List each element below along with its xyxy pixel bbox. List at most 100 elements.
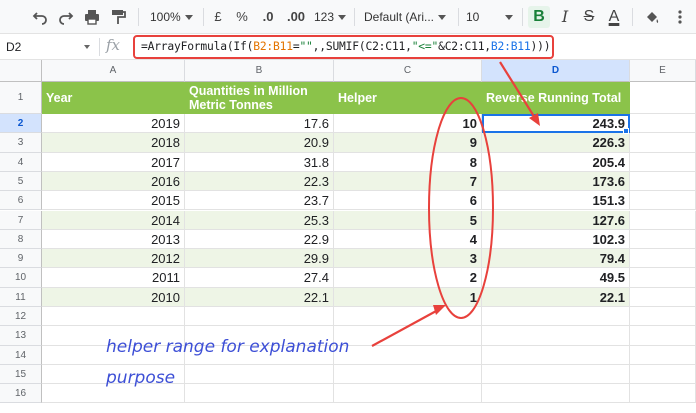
cell-empty[interactable] bbox=[630, 133, 696, 153]
zoom-select[interactable]: 100% bbox=[150, 6, 193, 28]
cell-empty[interactable] bbox=[482, 326, 630, 346]
cell-empty[interactable] bbox=[630, 326, 696, 346]
more-formats-select[interactable]: 123 bbox=[314, 6, 347, 28]
header-cell-year[interactable]: Year bbox=[42, 82, 185, 114]
select-all-corner[interactable] bbox=[0, 60, 42, 82]
row-header-15[interactable]: 15 bbox=[0, 364, 42, 385]
font-select[interactable]: Default (Ari... bbox=[364, 6, 456, 28]
cell-empty[interactable] bbox=[630, 114, 696, 134]
cell-reverse-total[interactable]: 102.3 bbox=[482, 229, 630, 250]
cell-empty[interactable] bbox=[630, 210, 696, 230]
cell-empty[interactable] bbox=[630, 249, 696, 269]
row-header-8[interactable]: 8 bbox=[0, 229, 42, 250]
cell-year[interactable]: 2014 bbox=[42, 210, 185, 230]
cell-empty[interactable] bbox=[630, 384, 696, 404]
cell-empty[interactable] bbox=[482, 384, 630, 404]
row-header-3[interactable]: 3 bbox=[0, 133, 42, 153]
header-cell-reverse-running-total[interactable]: Reverse Running Total bbox=[482, 82, 630, 114]
row-header-1[interactable]: 1 bbox=[0, 82, 42, 114]
row-header-13[interactable]: 13 bbox=[0, 326, 42, 346]
cell-quantity[interactable]: 27.4 bbox=[185, 268, 334, 288]
cell-helper[interactable]: 5 bbox=[334, 210, 482, 230]
cell-empty[interactable] bbox=[334, 364, 482, 385]
cell-quantity[interactable]: 17.6 bbox=[185, 114, 334, 134]
cell-empty[interactable] bbox=[630, 229, 696, 250]
row-header-11[interactable]: 11 bbox=[0, 287, 42, 307]
column-header-b[interactable]: B bbox=[185, 60, 334, 82]
cell-reverse-total[interactable]: 22.1 bbox=[482, 287, 630, 307]
paint-format-icon[interactable] bbox=[108, 6, 128, 28]
cell-quantity[interactable]: 22.3 bbox=[185, 171, 334, 192]
cell-quantity[interactable]: 29.9 bbox=[185, 249, 334, 269]
fill-handle[interactable] bbox=[623, 128, 629, 134]
cell-quantity[interactable]: 25.3 bbox=[185, 210, 334, 230]
cell-quantity[interactable]: 20.9 bbox=[185, 133, 334, 153]
decrease-decimal-button[interactable]: .0 bbox=[258, 6, 278, 28]
cell-helper[interactable]: 4 bbox=[334, 229, 482, 250]
cell-reverse-total[interactable]: 127.6 bbox=[482, 210, 630, 230]
cell-empty[interactable] bbox=[482, 364, 630, 385]
row-header-12[interactable]: 12 bbox=[0, 307, 42, 327]
selected-cell-d2[interactable]: 243.9 bbox=[482, 114, 630, 134]
cell-year[interactable]: 2012 bbox=[42, 249, 185, 269]
cell-empty[interactable] bbox=[630, 268, 696, 288]
cell-year[interactable]: 2010 bbox=[42, 287, 185, 307]
cell-empty[interactable] bbox=[185, 364, 334, 385]
cell-empty[interactable] bbox=[482, 307, 630, 327]
cell-helper[interactable]: 3 bbox=[334, 249, 482, 269]
cell-empty[interactable] bbox=[630, 345, 696, 365]
cell-helper[interactable]: 8 bbox=[334, 152, 482, 172]
cell-e1[interactable] bbox=[630, 82, 696, 114]
cell-empty[interactable] bbox=[185, 384, 334, 404]
increase-decimal-button[interactable]: .00 bbox=[284, 6, 308, 28]
cell-year[interactable]: 2019 bbox=[42, 114, 185, 134]
cell-reverse-total[interactable]: 205.4 bbox=[482, 152, 630, 172]
redo-icon[interactable] bbox=[56, 6, 76, 28]
header-cell-helper[interactable]: Helper bbox=[334, 82, 482, 114]
row-header-16[interactable]: 16 bbox=[0, 384, 42, 404]
cell-reverse-total[interactable]: 79.4 bbox=[482, 249, 630, 269]
cell-empty[interactable] bbox=[185, 307, 334, 327]
cell-year[interactable]: 2017 bbox=[42, 152, 185, 172]
percent-button[interactable]: % bbox=[234, 6, 250, 28]
more-options-icon[interactable] bbox=[670, 6, 690, 28]
cell-empty[interactable] bbox=[334, 307, 482, 327]
row-header-7[interactable]: 7 bbox=[0, 210, 42, 230]
text-color-button[interactable]: A bbox=[604, 6, 624, 28]
cell-quantity[interactable]: 23.7 bbox=[185, 191, 334, 211]
column-header-c[interactable]: C bbox=[334, 60, 482, 82]
row-header-2[interactable]: 2 bbox=[0, 114, 42, 134]
cell-empty[interactable] bbox=[630, 152, 696, 172]
cell-empty[interactable] bbox=[630, 191, 696, 211]
cell-quantity[interactable]: 22.9 bbox=[185, 229, 334, 250]
cell-year[interactable]: 2018 bbox=[42, 133, 185, 153]
cell-reverse-total[interactable]: 151.3 bbox=[482, 191, 630, 211]
cell-empty[interactable] bbox=[42, 307, 185, 327]
column-header-a[interactable]: A bbox=[42, 60, 185, 82]
fill-color-icon[interactable] bbox=[642, 6, 662, 28]
print-icon[interactable] bbox=[82, 6, 102, 28]
cell-empty[interactable] bbox=[630, 287, 696, 307]
name-box[interactable]: D2 bbox=[6, 38, 96, 56]
cell-empty[interactable] bbox=[334, 345, 482, 365]
cell-helper[interactable]: 1 bbox=[334, 287, 482, 307]
column-header-e[interactable]: E bbox=[630, 60, 696, 82]
font-size-select[interactable]: 10 bbox=[466, 6, 520, 28]
row-header-5[interactable]: 5 bbox=[0, 171, 42, 192]
cell-reverse-total[interactable]: 173.6 bbox=[482, 171, 630, 192]
cell-helper[interactable]: 7 bbox=[334, 171, 482, 192]
cell-empty[interactable] bbox=[482, 345, 630, 365]
italic-button[interactable]: I bbox=[556, 6, 574, 28]
row-header-9[interactable]: 9 bbox=[0, 249, 42, 269]
cell-reverse-total[interactable]: 226.3 bbox=[482, 133, 630, 153]
row-header-10[interactable]: 10 bbox=[0, 268, 42, 288]
cell-helper[interactable]: 9 bbox=[334, 133, 482, 153]
cell-helper[interactable]: 2 bbox=[334, 268, 482, 288]
cell-empty[interactable] bbox=[334, 384, 482, 404]
cell-quantity[interactable]: 22.1 bbox=[185, 287, 334, 307]
row-header-14[interactable]: 14 bbox=[0, 345, 42, 365]
cell-empty[interactable] bbox=[630, 171, 696, 192]
cell-helper[interactable]: 10 bbox=[334, 114, 482, 134]
cell-empty[interactable] bbox=[630, 307, 696, 327]
currency-button[interactable]: £ bbox=[210, 6, 226, 28]
